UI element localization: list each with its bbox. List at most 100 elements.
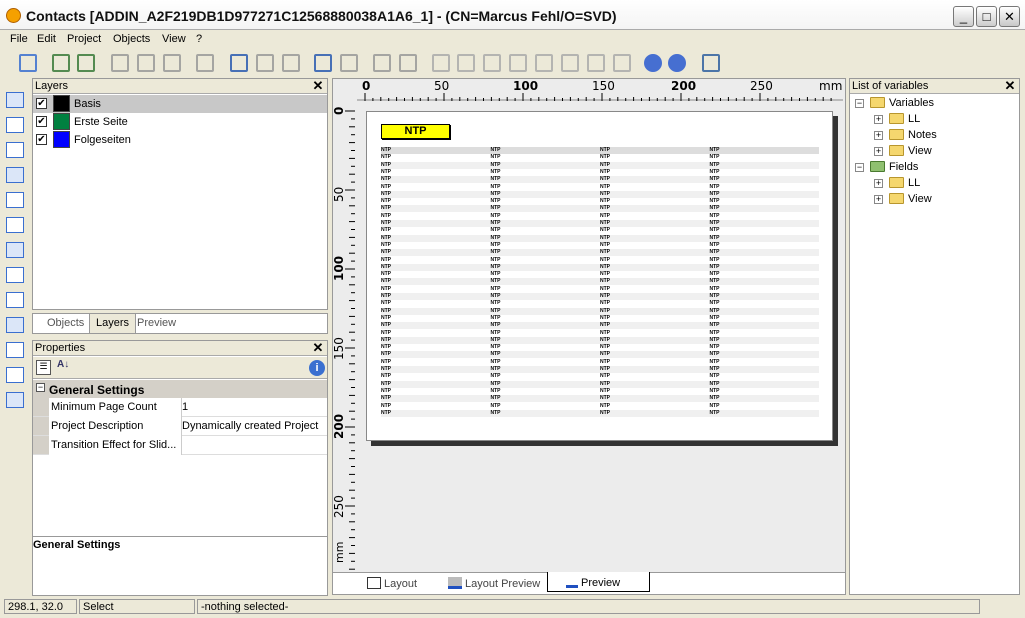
zoom-fit-icon[interactable] [282,54,300,72]
table-row[interactable]: NTP NTP NTP NTP [381,388,819,395]
crosstab-tool-icon[interactable] [6,342,24,358]
context-help-icon[interactable] [668,54,686,72]
table-row[interactable]: NTP NTP NTP NTP [381,403,819,410]
table-row[interactable]: NTP NTP NTP NTP [381,307,819,315]
tree-node[interactable]: LL [908,113,920,125]
collapse-icon[interactable]: − [855,163,864,172]
table-row[interactable]: NTP NTP NTP NTP [381,249,819,257]
table-row[interactable]: NTP NTP NTP NTP [381,293,819,300]
table-row[interactable]: NTP NTP NTP NTP [381,322,819,330]
report-page[interactable]: NTP NTP NTP NTP NTP NTP NTP NTP NTP NTP NTP NTP NTP… [366,111,833,441]
table-row[interactable]: NTP NTP NTP NTP [381,395,819,403]
layer-checkbox[interactable]: ✔ [36,116,47,127]
table-row[interactable]: NTP NTP NTP NTP [381,154,819,161]
report-title-field[interactable]: NTP [381,124,450,139]
paste-icon[interactable] [163,54,181,72]
expand-icon[interactable]: + [874,131,883,140]
tab-preview[interactable]: Preview [547,572,650,592]
tree-node[interactable]: View [908,193,932,205]
select-tool-icon[interactable] [6,92,24,108]
close-icon[interactable]: ✕ [312,79,324,92]
sort-az-icon[interactable]: A↓ [57,359,69,370]
menu-help[interactable]: ? [196,33,202,45]
tree-node[interactable]: View [908,145,932,157]
table-row[interactable]: NTP NTP NTP NTP [381,242,819,249]
ole-tool-icon[interactable] [6,392,24,408]
distribute-v-icon[interactable] [561,54,579,72]
menu-file[interactable]: File [10,33,28,45]
tree-node[interactable]: Fields [889,161,918,173]
refresh-icon[interactable] [314,54,332,72]
align-top-icon[interactable] [483,54,501,72]
table-row[interactable]: NTP NTP NTP NTP [381,227,819,234]
tab-layout-preview[interactable]: Layout Preview [448,577,540,590]
barcode-tool-icon[interactable] [6,242,24,258]
zoom-in-icon[interactable] [230,54,248,72]
table-row[interactable]: NTP NTP NTP NTP [381,359,819,366]
table-row[interactable]: NTP NTP NTP NTP [381,257,819,264]
align-left-icon[interactable] [432,54,450,72]
table-row[interactable]: NTP NTP NTP NTP [381,161,819,169]
table-row[interactable]: NTP NTP NTP NTP [381,330,819,337]
info-icon[interactable]: i [309,360,325,376]
layer-item[interactable]: ✔ Erste Seite [33,113,327,131]
table-row[interactable]: NTP NTP NTP NTP [381,198,819,205]
help-icon[interactable] [644,54,662,72]
table-row[interactable]: NTP NTP NTP NTP [381,263,819,271]
print-preview-icon[interactable] [77,54,95,72]
table-row[interactable]: NTP NTP NTP NTP [381,190,819,198]
collapse-icon[interactable]: − [855,99,864,108]
distribute-h-icon[interactable] [535,54,553,72]
table-row[interactable]: NTP NTP NTP NTP [381,213,819,220]
expand-icon[interactable]: + [874,179,883,188]
table-row[interactable]: NTP NTP NTP NTP [381,205,819,213]
layer-checkbox[interactable]: ✔ [36,98,47,109]
tree-node[interactable]: LL [908,177,920,189]
same-width-icon[interactable] [587,54,605,72]
tab-layers[interactable]: Layers [89,314,137,334]
chart-tool-icon[interactable] [6,317,24,333]
minimize-button[interactable]: _ [953,6,974,27]
undo-icon[interactable] [196,54,214,72]
close-icon[interactable]: ✕ [1004,79,1016,92]
table-row[interactable]: NTP NTP NTP NTP [381,220,819,227]
table-row[interactable]: NTP NTP NTP NTP [381,373,819,380]
collapse-icon[interactable]: − [36,383,45,392]
property-value[interactable]: Dynamically created Project [182,420,318,432]
zoom-out-icon[interactable] [256,54,274,72]
menu-edit[interactable]: Edit [37,33,56,45]
menu-view[interactable]: View [162,33,186,45]
layer-item[interactable]: ✔ Folgeseiten [33,131,327,149]
table-row[interactable]: NTP NTP NTP NTP [381,278,819,286]
line-tool-icon[interactable] [6,142,24,158]
tab-layout[interactable]: Layout [367,577,417,590]
form-tool-icon[interactable] [6,292,24,308]
property-value[interactable]: 1 [182,401,188,413]
table-row[interactable]: NTP NTP NTP NTP [381,169,819,176]
property-row[interactable]: Project Description Dynamically created P… [33,417,327,436]
table-row[interactable]: NTP NTP NTP NTP [381,300,819,307]
ellipse-tool-icon[interactable] [6,192,24,208]
copy-icon[interactable] [137,54,155,72]
align-bottom-icon[interactable] [509,54,527,72]
table-row[interactable]: NTP NTP NTP NTP [381,286,819,293]
align-right-icon[interactable] [457,54,475,72]
table-row[interactable]: NTP NTP NTP NTP [381,271,819,278]
expand-icon[interactable]: + [874,195,883,204]
table-row[interactable]: NTP NTP NTP NTP [381,366,819,373]
menu-project[interactable]: Project [67,33,101,45]
expand-icon[interactable]: + [874,147,883,156]
table-row[interactable]: NTP NTP NTP NTP [381,336,819,344]
image-tool-icon[interactable] [6,217,24,233]
rectangle-tool-icon[interactable] [6,167,24,183]
section-general-settings[interactable]: − General Settings [33,380,327,398]
tab-objects[interactable]: Objects [47,317,84,329]
table-row[interactable]: NTP NTP NTP NTP [381,380,819,388]
tree-node[interactable]: Variables [889,97,934,109]
table-row[interactable]: NTP NTP NTP NTP [381,147,819,154]
layer-up-icon[interactable] [373,54,391,72]
tree-node[interactable]: Notes [908,129,937,141]
layer-checkbox[interactable]: ✔ [36,134,47,145]
table-row[interactable]: NTP NTP NTP NTP [381,184,819,191]
tab-preview[interactable]: Preview [137,317,176,329]
